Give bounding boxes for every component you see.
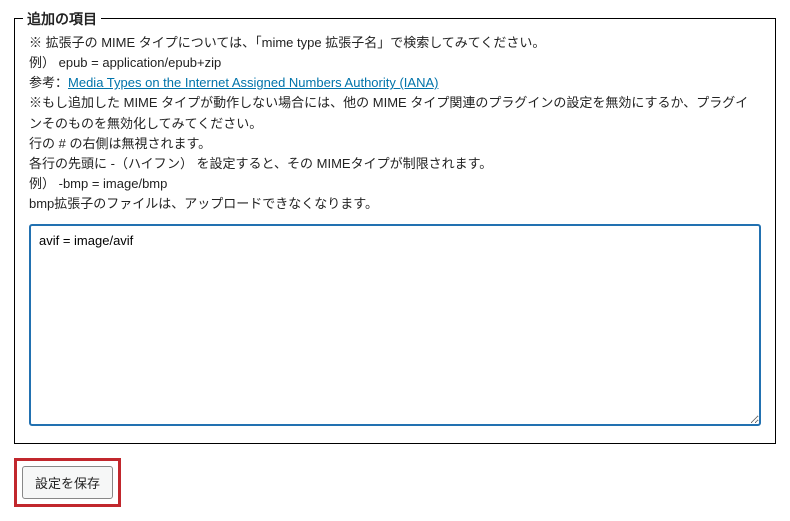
additional-items-fieldset: 追加の項目 ※ 拡張子の MIME タイプについては、「mime type 拡張… <box>14 18 776 444</box>
desc-line: 行の # の右側は無視されます。 <box>29 134 761 154</box>
desc-prefix: 参考： <box>29 75 68 90</box>
desc-line: ※ 拡張子の MIME タイプについては、「mime type 拡張子名」で検索… <box>29 33 761 53</box>
fieldset-legend: 追加の項目 <box>23 9 101 29</box>
iana-link[interactable]: Media Types on the Internet Assigned Num… <box>68 75 438 90</box>
textarea-wrap <box>29 224 761 429</box>
mime-types-textarea[interactable] <box>29 224 761 426</box>
save-button[interactable]: 設定を保存 <box>22 466 113 499</box>
button-row: 設定を保存 <box>14 458 776 507</box>
desc-line: ※もし追加した MIME タイプが動作しない場合には、他の MIME タイプ関連… <box>29 93 761 133</box>
desc-line: bmp拡張子のファイルは、アップロードできなくなります。 <box>29 194 761 214</box>
description-block: ※ 拡張子の MIME タイプについては、「mime type 拡張子名」で検索… <box>29 33 761 214</box>
desc-line: 各行の先頭に -（ハイフン） を設定すると、その MIMEタイプが制限されます。 <box>29 154 761 174</box>
save-highlight-box: 設定を保存 <box>14 458 121 507</box>
desc-line: 例） epub = application/epub+zip <box>29 53 761 73</box>
desc-line: 例） -bmp = image/bmp <box>29 174 761 194</box>
desc-line: 参考：Media Types on the Internet Assigned … <box>29 73 761 93</box>
